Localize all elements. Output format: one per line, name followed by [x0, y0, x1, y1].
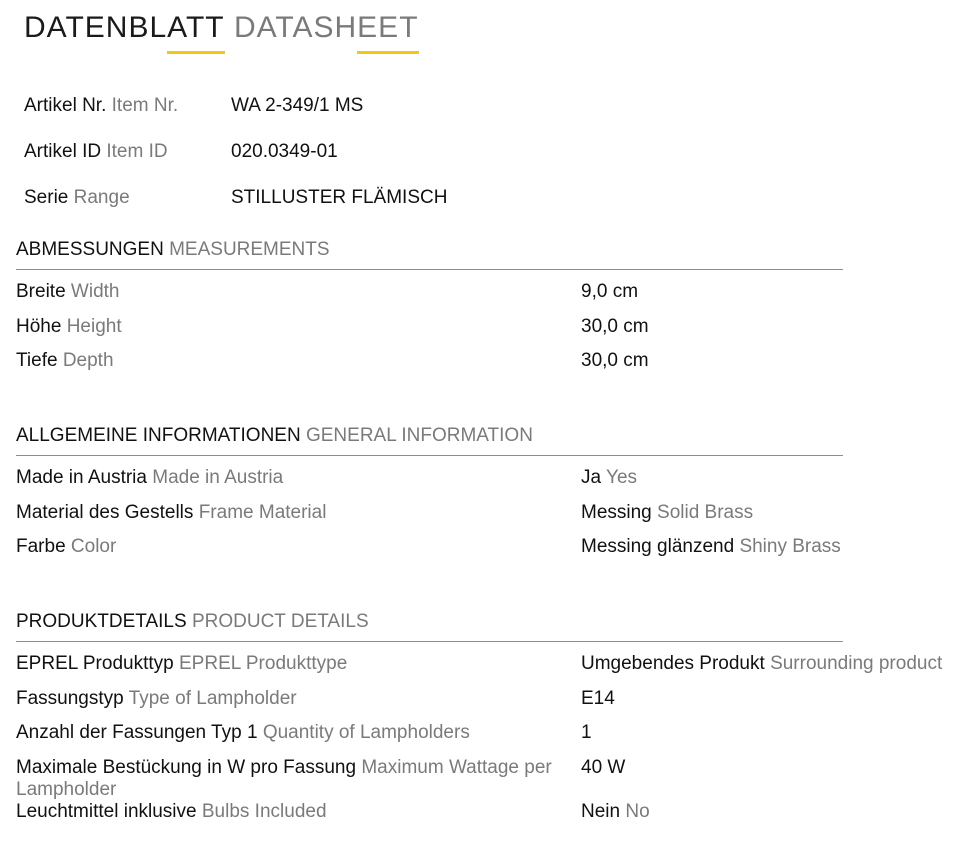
label-en: EPREL Produkttype — [179, 653, 348, 674]
label-en: Color — [70, 536, 117, 557]
value-de: 30,0 cm — [581, 315, 649, 337]
label-en: Frame Material — [198, 501, 327, 523]
table-row: EPREL Produkttyp EPREL Produkttype Umgeb… — [16, 647, 942, 682]
row-label: EPREL Produkttyp EPREL Produkttype — [16, 647, 561, 681]
row-value: 40 W — [581, 751, 625, 785]
section-heading: ALLGEMEINE INFORMATIONEN GENERAL INFORMA… — [16, 421, 843, 456]
label-en: Range — [73, 187, 130, 208]
row-label: Made in Austria Made in Austria — [16, 461, 561, 495]
title-underlined-part: ATT — [167, 11, 226, 54]
info-label: Artikel Nr. Item Nr. — [24, 90, 178, 122]
row-label: Breite Width — [16, 275, 561, 309]
table-row: Höhe Height 30,0 cm — [16, 310, 843, 345]
value-de: 9,0 cm — [581, 281, 639, 302]
section-heading: ABMESSUNGEN MEASUREMENTS — [16, 235, 843, 270]
row-value: 30,0 cm — [581, 310, 649, 344]
row-value: 9,0 cm — [581, 275, 638, 309]
label-de: Artikel Nr. — [24, 95, 107, 116]
table-row: Farbe Color Messing glänzend Shiny Brass — [16, 530, 843, 565]
label-de: Farbe — [16, 536, 66, 557]
row-label: Tiefe Depth — [16, 344, 561, 378]
label-de: Leuchtmittel inklusive — [16, 800, 197, 822]
row-value: Messing Solid Brass — [581, 496, 753, 530]
value-en: Surrounding product — [770, 653, 943, 674]
heading-en: GENERAL INFORMATION — [305, 425, 533, 446]
title-de: DATENBLATT — [24, 11, 226, 54]
row-value: Messing glänzend Shiny Brass — [581, 530, 841, 564]
label-en: Item Nr. — [111, 95, 179, 116]
row-label: Material des Gestells Frame Material — [16, 496, 561, 530]
table-row: Material des Gestells Frame Material Mes… — [16, 496, 843, 531]
table-row: Tiefe Depth 30,0 cm — [16, 344, 843, 379]
row-value: E14 — [581, 682, 615, 716]
table-row: Anzahl der Fassungen Typ 1 Quantity of L… — [16, 716, 843, 751]
table-row: Maximale Bestückung in W pro Fassung Max… — [16, 751, 843, 800]
heading-de: ABMESSUNGEN — [16, 239, 164, 260]
value-de: Ja — [581, 467, 602, 488]
info-value: 020.0349-01 — [231, 141, 338, 162]
value-de: 40 W — [581, 756, 626, 778]
label-en: Bulbs Included — [201, 800, 327, 822]
value-de: 30,0 cm — [581, 350, 649, 371]
value-de: Messing — [581, 501, 652, 523]
row-value: Nein No — [581, 795, 650, 829]
value-de: 1 — [581, 722, 592, 743]
info-value: WA 2-349/1 MS — [231, 95, 364, 116]
info-label: Artikel ID Item ID — [24, 136, 168, 168]
table-row: Made in Austria Made in Austria Ja Yes — [16, 461, 843, 496]
title-underlined-part: EET — [357, 11, 419, 54]
label-de: Serie — [24, 187, 69, 208]
label-en: Height — [66, 315, 122, 337]
heading-en: MEASUREMENTS — [169, 239, 330, 260]
value-de: E14 — [581, 687, 615, 709]
page-title: DATENBLATT DATASHEET — [24, 10, 419, 54]
row-label: Anzahl der Fassungen Typ 1 Quantity of L… — [16, 716, 561, 750]
label-de: Maximale Bestückung in W pro Fassung — [16, 756, 357, 778]
value-en: Yes — [606, 467, 638, 488]
row-label: Fassungstyp Type of Lampholder — [16, 682, 561, 716]
label-de: Breite — [16, 281, 66, 302]
label-en: Type of Lampholder — [128, 687, 297, 709]
row-label: Leuchtmittel inklusive Bulbs Included — [16, 795, 561, 829]
row-value: Umgebendes Produkt Surrounding product — [581, 647, 942, 681]
row-value: 1 — [581, 716, 592, 750]
value-en: Solid Brass — [657, 501, 754, 523]
section-product-details: PRODUKTDETAILS PRODUCT DETAILS EPREL Pro… — [16, 607, 942, 830]
label-en: Quantity of Lampholders — [262, 722, 470, 743]
section-heading: PRODUKTDETAILS PRODUCT DETAILS — [16, 607, 843, 642]
heading-de: PRODUKTDETAILS — [16, 611, 187, 632]
value-de: Umgebendes Produkt — [581, 653, 765, 674]
label-de: Fassungstyp — [16, 687, 124, 709]
label-de: Höhe — [16, 315, 62, 337]
heading-de: ALLGEMEINE INFORMATIONEN — [16, 425, 301, 446]
label-de: Made in Austria — [16, 467, 147, 488]
title-en: DATASHEET — [233, 11, 419, 54]
table-row: Breite Width 9,0 cm — [16, 275, 843, 310]
heading-en: PRODUCT DETAILS — [191, 611, 369, 632]
row-value: Ja Yes — [581, 461, 637, 495]
value-de: Messing glänzend — [581, 536, 735, 557]
value-de: Nein — [581, 800, 621, 822]
label-en: Depth — [62, 350, 114, 371]
label-de: EPREL Produkttyp — [16, 653, 174, 674]
row-value: 30,0 cm — [581, 344, 649, 378]
label-de: Anzahl der Fassungen Typ 1 — [16, 722, 258, 743]
section-measurements: ABMESSUNGEN MEASUREMENTS Breite Width 9,… — [16, 235, 843, 379]
label-de: Material des Gestells — [16, 501, 194, 523]
label-en: Item ID — [106, 141, 168, 162]
row-label: Höhe Height — [16, 310, 561, 344]
value-en: No — [625, 800, 650, 822]
table-row: Leuchtmittel inklusive Bulbs Included Ne… — [16, 795, 843, 830]
label-en: Made in Austria — [152, 467, 284, 488]
info-value: STILLUSTER FLÄMISCH — [231, 187, 448, 208]
label-de: Tiefe — [16, 350, 58, 371]
label-en: Width — [70, 281, 120, 302]
label-de: Artikel ID — [24, 141, 102, 162]
row-label: Farbe Color — [16, 530, 561, 564]
section-general-information: ALLGEMEINE INFORMATIONEN GENERAL INFORMA… — [16, 421, 843, 565]
info-label: Serie Range — [24, 182, 130, 214]
value-en: Shiny Brass — [739, 536, 841, 557]
table-row: Fassungstyp Type of Lampholder E14 — [16, 682, 843, 717]
